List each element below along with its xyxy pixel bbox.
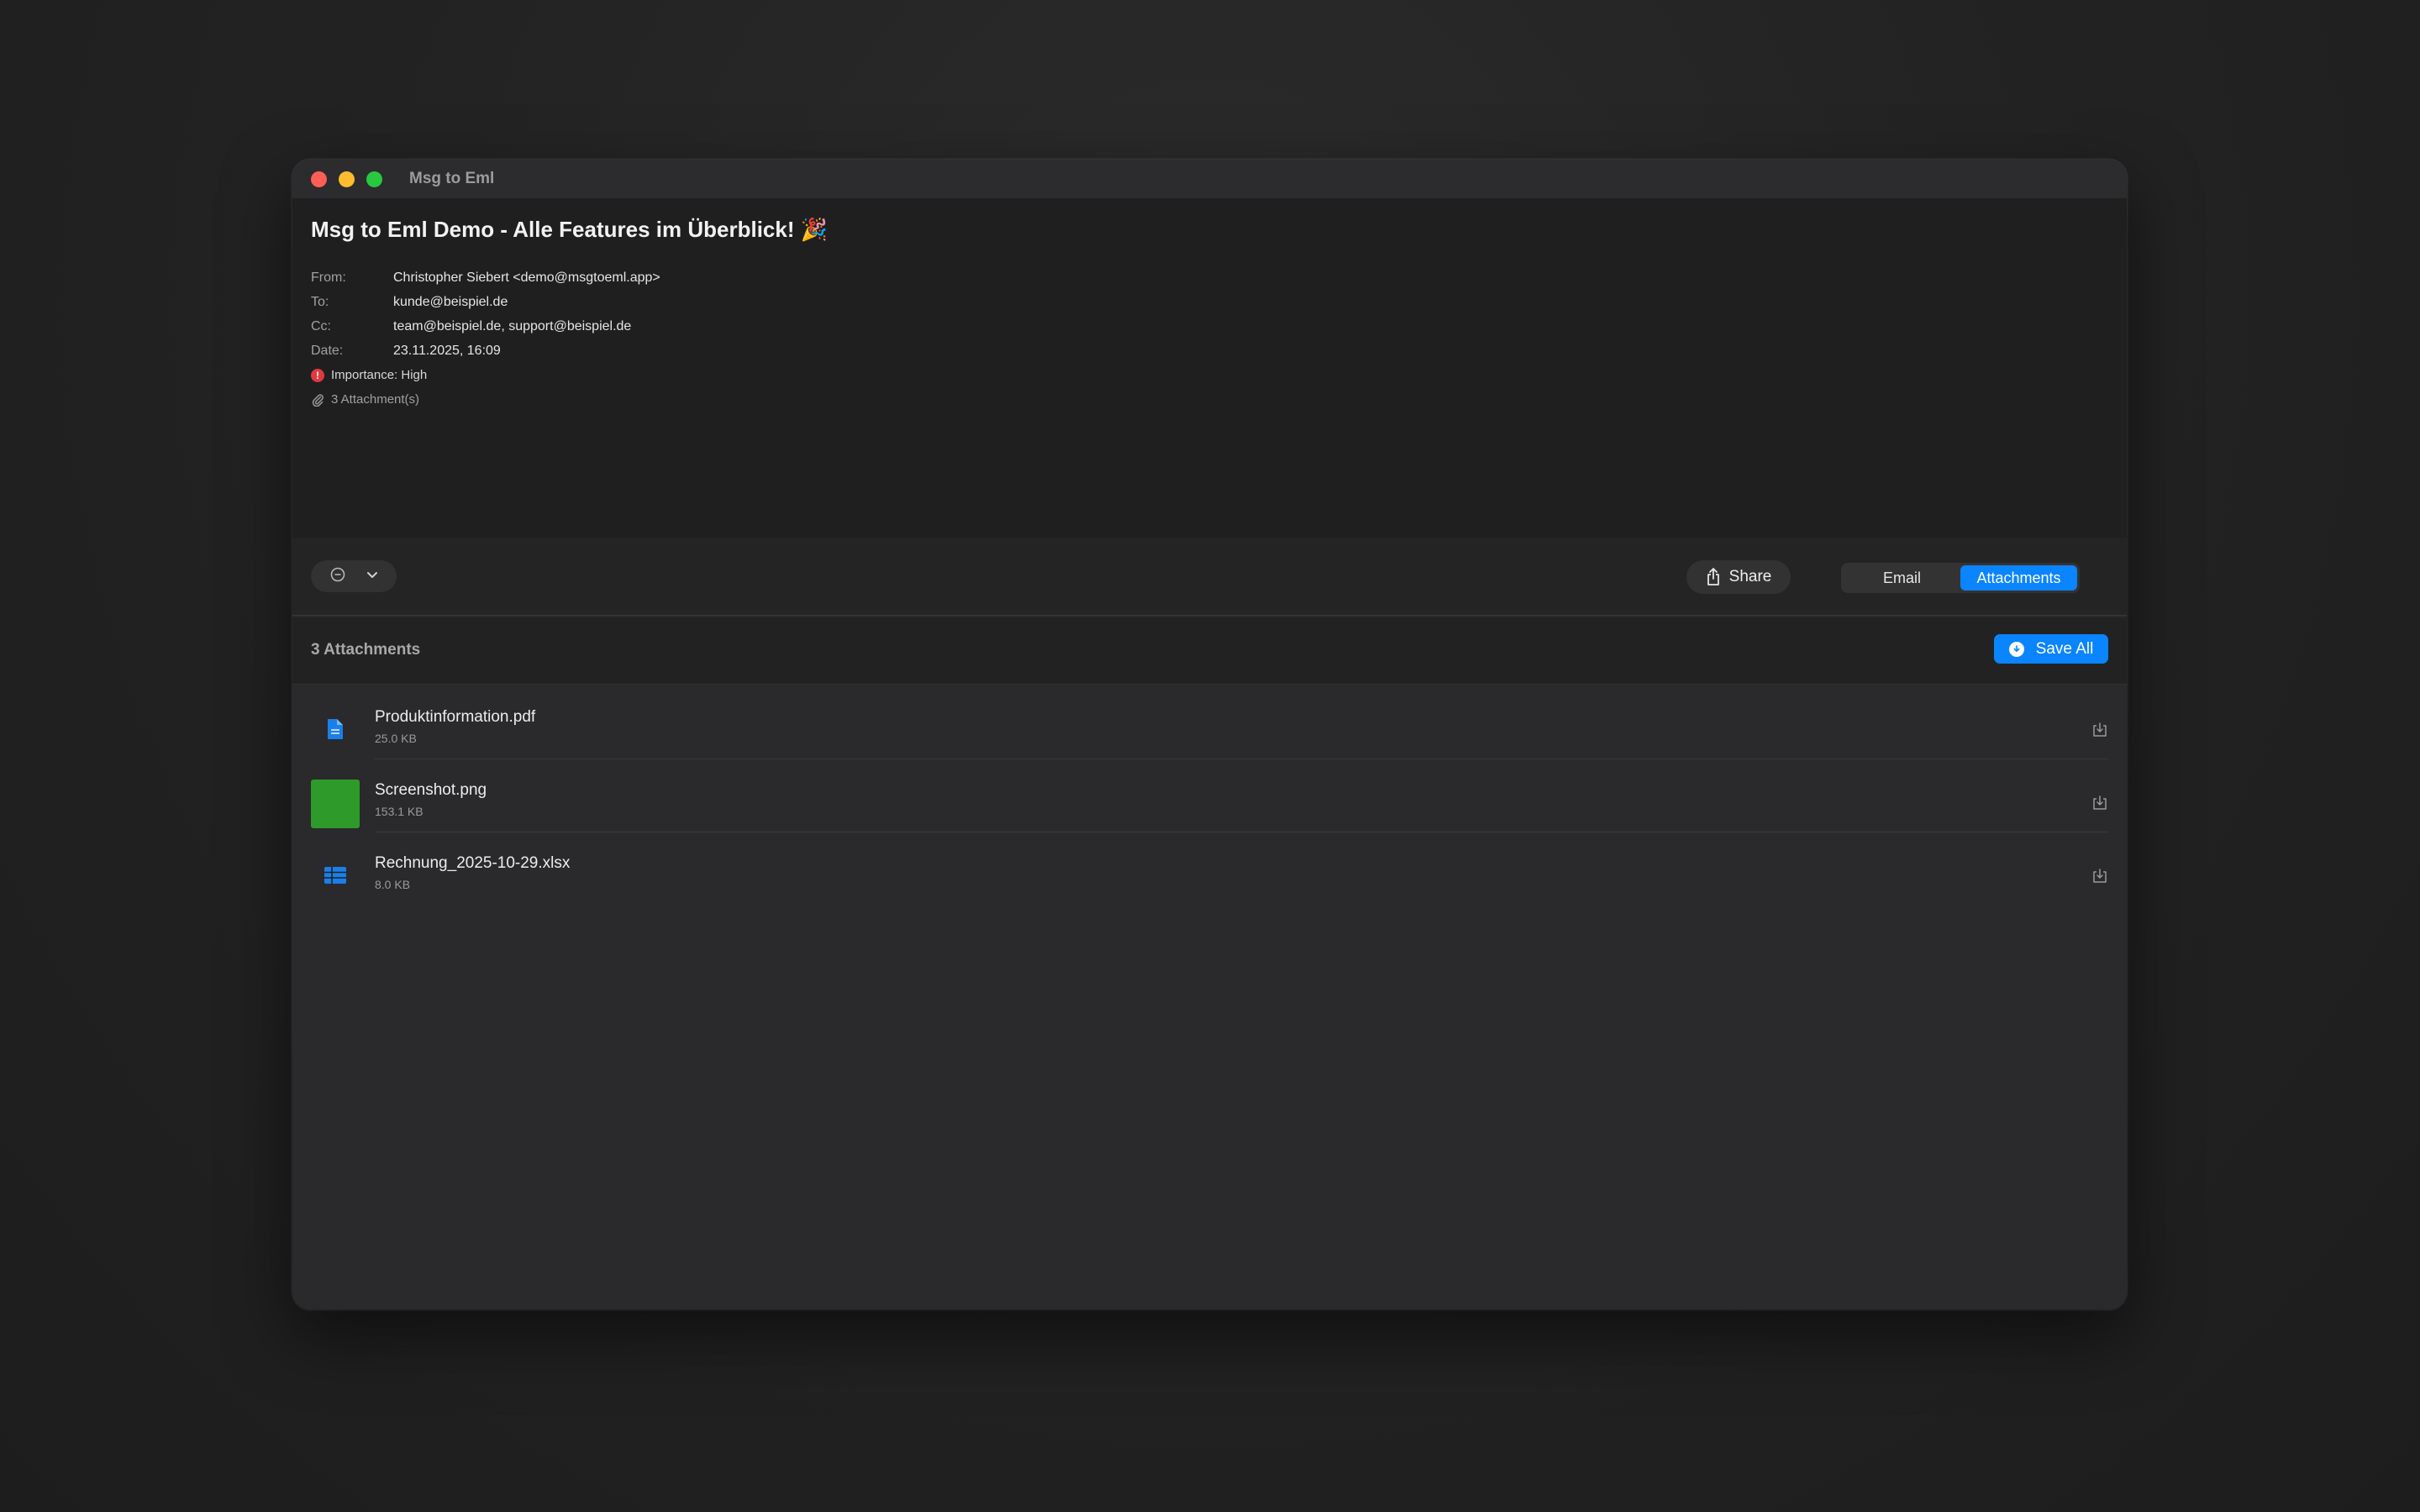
zoom-menu-button[interactable] [311, 560, 397, 592]
paperclip-icon [311, 393, 324, 407]
from-label: From: [311, 270, 346, 285]
attachment-count-row: 3 Attachment(s) [311, 387, 660, 412]
attachments-title: 3 Attachments [311, 641, 421, 659]
zoom-out-icon [329, 566, 346, 587]
cc-label: Cc: [311, 318, 331, 333]
attachment-size: 153.1 KB [375, 805, 424, 818]
share-icon [1707, 568, 1719, 585]
window-title: Msg to Eml [409, 170, 495, 187]
minimize-window-button[interactable] [339, 171, 355, 187]
from-value: Christopher Siebert <demo@msgtoeml.app> [393, 270, 660, 285]
image-thumbnail [311, 780, 360, 828]
exclamation-icon: ! [311, 368, 324, 382]
email-meta: From: Christopher Siebert <demo@msgtoeml… [311, 265, 660, 412]
document-icon [311, 705, 360, 753]
chevron-down-icon [366, 569, 378, 584]
date-value: 23.11.2025, 16:09 [393, 343, 501, 358]
download-circle-icon [2008, 641, 2024, 657]
attachment-row[interactable]: Rechnung_2025-10-29.xlsx 8.0 KB [292, 832, 2127, 906]
attachments-header: 3 Attachments Save All [292, 617, 2127, 685]
title-bar: Msg to Eml [292, 160, 2127, 198]
attachment-row[interactable]: Screenshot.png 153.1 KB [292, 759, 2127, 832]
date-label: Date: [311, 343, 344, 358]
save-attachment-icon[interactable] [2091, 868, 2108, 885]
to-label: To: [311, 294, 329, 309]
tab-attachments[interactable]: Attachments [1960, 565, 2077, 591]
importance-text: Importance: High [331, 368, 428, 382]
attachment-name: Produktinformation.pdf [375, 708, 536, 726]
app-window: Msg to Eml Msg to Eml Demo - Alle Featur… [292, 160, 2127, 1310]
attachment-row[interactable]: Produktinformation.pdf 25.0 KB [292, 686, 2127, 759]
cc-value: team@beispiel.de, support@beispiel.de [393, 318, 632, 333]
toolbar: Share Email Attachments [292, 538, 2127, 616]
close-window-button[interactable] [311, 171, 327, 187]
attachment-size: 8.0 KB [375, 878, 411, 891]
spreadsheet-icon [311, 851, 360, 900]
attachment-count-text: 3 Attachment(s) [331, 392, 420, 407]
cc-row: Cc: team@beispiel.de, support@beispiel.d… [311, 314, 660, 339]
share-label: Share [1728, 568, 1772, 585]
zoom-window-button[interactable] [366, 171, 382, 187]
to-value: kunde@beispiel.de [393, 294, 508, 309]
save-attachment-icon[interactable] [2091, 722, 2108, 738]
to-row: To: kunde@beispiel.de [311, 290, 660, 314]
attachment-name: Rechnung_2025-10-29.xlsx [375, 854, 571, 872]
attachment-list: Produktinformation.pdf 25.0 KB Screensho… [292, 686, 2127, 906]
attachment-size: 25.0 KB [375, 732, 417, 745]
importance-row: ! Importance: High [311, 363, 660, 387]
share-button[interactable]: Share [1686, 560, 1791, 594]
from-row: From: Christopher Siebert <demo@msgtoeml… [311, 265, 660, 290]
tab-email[interactable]: Email [1844, 565, 1960, 591]
date-row: Date: 23.11.2025, 16:09 [311, 339, 660, 363]
save-all-label: Save All [2035, 639, 2094, 658]
save-attachment-icon[interactable] [2091, 795, 2108, 811]
attachment-name: Screenshot.png [375, 781, 487, 799]
email-subject: Msg to Eml Demo - Alle Features im Überb… [311, 217, 829, 242]
view-switcher: Email Attachments [1841, 563, 2080, 593]
save-all-button[interactable]: Save All [1994, 634, 2108, 664]
email-header: Msg to Eml Demo - Alle Features im Überb… [292, 198, 2127, 574]
